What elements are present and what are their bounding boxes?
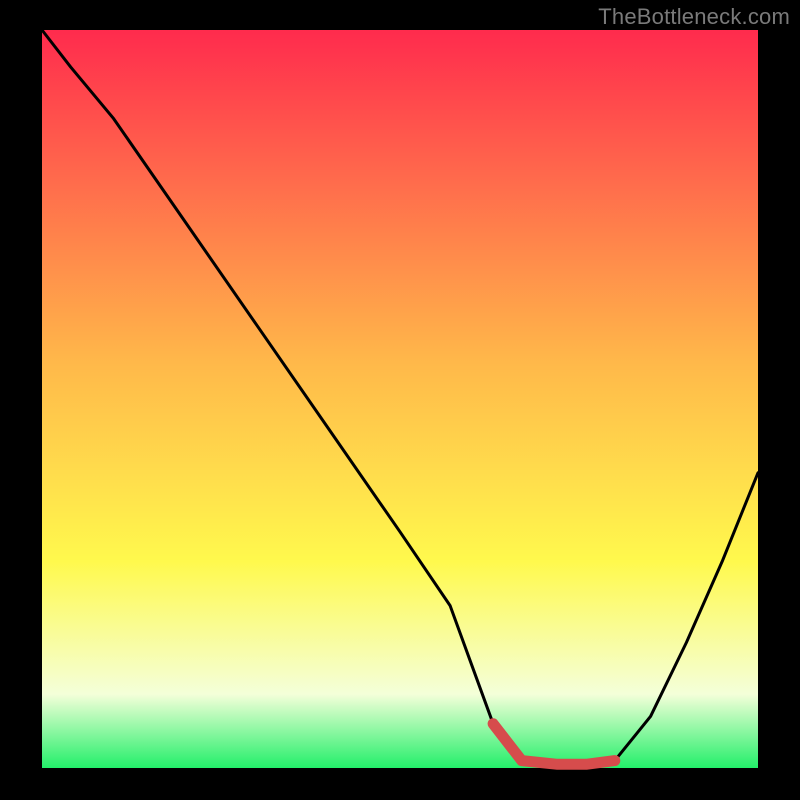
chart-frame: TheBottleneck.com xyxy=(0,0,800,800)
gradient-background xyxy=(42,30,758,768)
bottleneck-chart xyxy=(0,0,800,800)
watermark-label: TheBottleneck.com xyxy=(598,4,790,30)
